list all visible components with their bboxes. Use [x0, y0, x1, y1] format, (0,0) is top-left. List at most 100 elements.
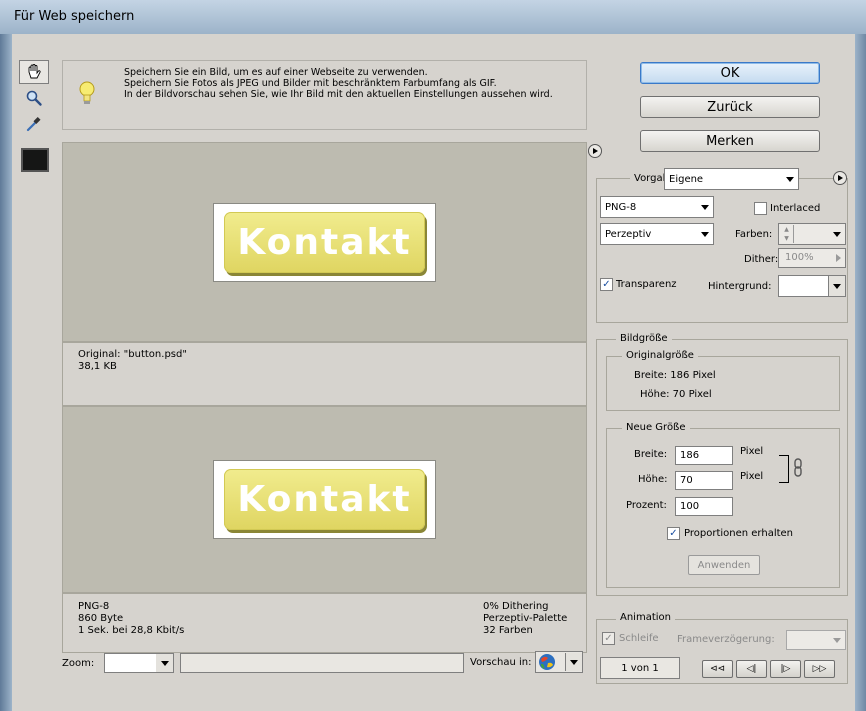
constrain-label: Proportionen erhalten — [684, 528, 794, 539]
width-unit: Pixel — [740, 446, 764, 457]
interlaced-checkbox[interactable] — [754, 202, 767, 215]
original-height: Höhe: 70 Pixel — [640, 389, 712, 400]
chevron-down-icon[interactable] — [828, 224, 845, 244]
preview-image: Kontakt — [213, 202, 436, 282]
apply-button[interactable]: Anwenden — [688, 555, 760, 575]
optimized-format: PNG-8 — [78, 601, 110, 612]
next-frame-icon: |▷ — [780, 664, 791, 674]
transparency-checkbox[interactable]: ✓ — [600, 278, 613, 291]
chevron-down-icon — [828, 631, 845, 649]
optimized-info: PNG-8 860 Byte 1 Sek. bei 28,8 Kbit/s 0%… — [62, 593, 587, 653]
first-frame-icon: ⊲⊲ — [709, 664, 726, 674]
width-input[interactable]: 186 — [675, 446, 733, 465]
tip-line-3: In der Bildvorschau sehen Sie, wie Ihr B… — [124, 89, 553, 100]
last-frame-button[interactable]: ▷▷ — [804, 660, 835, 678]
tip-line-2: Speichern Sie Fotos als JPEG und Bilder … — [124, 78, 497, 89]
color-reduction-dropdown[interactable]: Perzeptiv — [600, 223, 714, 245]
play-arrow-icon — [838, 175, 843, 181]
eyedropper-tool-button[interactable] — [19, 112, 49, 136]
play-arrow-icon — [593, 148, 598, 154]
browser-preview-button[interactable] — [535, 651, 583, 673]
chevron-down-icon — [696, 224, 713, 244]
status-field — [180, 653, 464, 673]
last-frame-icon: ▷▷ — [812, 664, 827, 674]
optimized-palette: Perzeptiv-Palette — [483, 613, 568, 624]
eyedropper-icon — [26, 116, 41, 132]
previous-frame-icon: ◁| — [746, 664, 757, 674]
lightbulb-icon — [78, 80, 96, 108]
window-title: Für Web speichern — [14, 9, 135, 24]
chevron-down-icon — [696, 197, 713, 217]
image-size-title: Bildgröße — [616, 333, 672, 344]
hand-icon — [28, 64, 41, 79]
chevron-down-icon — [781, 169, 798, 189]
matte-label: Hintergrund: — [708, 281, 772, 292]
matte-dropdown[interactable] — [778, 275, 846, 297]
original-info: Original: "button.psd" 38,1 KB — [62, 342, 587, 406]
loop-label: Schleife — [619, 633, 659, 644]
original-size: 38,1 KB — [78, 361, 117, 372]
optimize-menu-button[interactable] — [833, 171, 847, 185]
constrain-checkbox[interactable]: ✓ — [667, 527, 680, 540]
kontakt-button-image: Kontakt — [224, 469, 425, 530]
zoom-tool-button[interactable] — [19, 86, 49, 110]
up-down-arrows-icon[interactable]: ▲ ▼ — [780, 225, 794, 243]
previous-frame-button[interactable]: ◁| — [736, 660, 767, 678]
kontakt-button-image: Kontakt — [224, 211, 425, 273]
transparency-label: Transparenz — [616, 279, 677, 290]
format-dropdown[interactable]: PNG-8 — [600, 196, 714, 218]
loop-checkbox[interactable]: ✓ — [602, 632, 615, 645]
width-label: Breite: — [634, 449, 668, 460]
optimized-speed: 1 Sek. bei 28,8 Kbit/s — [78, 625, 185, 636]
frame-counter: 1 von 1 — [600, 657, 680, 679]
preview-menu-button[interactable] — [588, 144, 602, 158]
original-size-group — [606, 356, 840, 411]
chain-link-icon[interactable] — [794, 458, 802, 478]
colors-stepper[interactable]: ▲ ▼ — [778, 223, 846, 245]
colors-label: Farben: — [735, 229, 773, 240]
tip-line-1: Speichern Sie ein Bild, um es auf einer … — [124, 67, 428, 78]
magnifier-icon — [26, 90, 42, 106]
interlaced-label: Interlaced — [770, 203, 821, 214]
browser-globe-icon — [539, 654, 555, 670]
height-label: Höhe: — [638, 474, 668, 485]
preview-in-label: Vorschau in: — [470, 657, 532, 668]
ok-button[interactable]: OK — [640, 62, 820, 84]
chevron-down-icon — [828, 276, 845, 296]
frame-delay-label: Frameverzögerung: — [677, 634, 775, 645]
height-input[interactable]: 70 — [675, 471, 733, 490]
original-size-title: Originalgröße — [622, 350, 698, 361]
preview-image: Kontakt — [213, 460, 436, 539]
percent-input[interactable]: 100 — [675, 497, 733, 516]
optimized-dithering: 0% Dithering — [483, 601, 549, 612]
animation-title: Animation — [616, 612, 675, 623]
eyedropper-color-swatch[interactable] — [21, 148, 49, 172]
divider — [800, 178, 832, 179]
zoom-label: Zoom: — [62, 658, 95, 669]
original-width: Breite: 186 Pixel — [634, 370, 716, 381]
percent-label: Prozent: — [626, 500, 667, 511]
frame-delay-dropdown[interactable] — [786, 630, 846, 650]
new-size-title: Neue Größe — [622, 422, 690, 433]
slider-arrow-icon[interactable] — [836, 254, 841, 262]
next-frame-button[interactable]: |▷ — [770, 660, 801, 678]
window-frame-left — [0, 34, 12, 711]
dither-label: Dither: — [744, 254, 779, 265]
first-frame-button[interactable]: ⊲⊲ — [702, 660, 733, 678]
original-name: Original: "button.psd" — [78, 349, 187, 360]
original-preview[interactable]: Kontakt — [62, 142, 587, 342]
hand-tool-button[interactable] — [19, 60, 49, 84]
zoom-dropdown[interactable] — [104, 653, 174, 673]
link-bracket — [779, 455, 789, 483]
preset-dropdown[interactable]: Eigene — [664, 168, 799, 190]
optimized-preview[interactable]: Kontakt — [62, 406, 587, 593]
dither-field[interactable]: 100% — [778, 248, 846, 268]
chevron-down-icon[interactable] — [565, 653, 582, 671]
chevron-down-icon — [156, 654, 173, 672]
back-button[interactable]: Zurück — [640, 96, 820, 118]
remember-button[interactable]: Merken — [640, 130, 820, 152]
optimized-bytes: 860 Byte — [78, 613, 124, 624]
optimized-colors: 32 Farben — [483, 625, 533, 636]
height-unit: Pixel — [740, 471, 764, 482]
window-frame-right — [855, 34, 866, 711]
